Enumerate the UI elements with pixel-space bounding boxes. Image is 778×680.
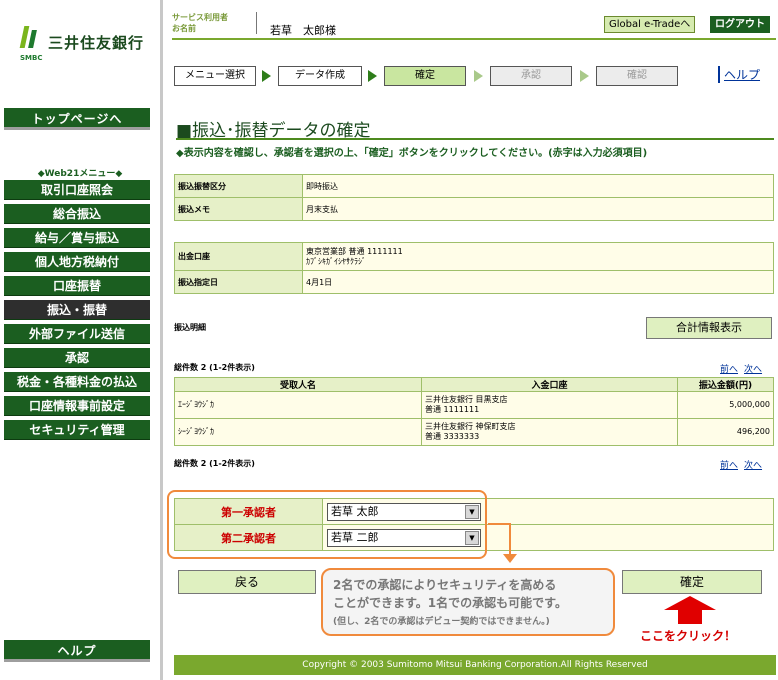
- title-underline: [176, 138, 774, 140]
- sidebar-divider: [160, 0, 163, 680]
- menu-item-local-tax[interactable]: 個人地方税納付: [4, 252, 150, 272]
- transfer-amount: 496,200: [677, 418, 774, 446]
- prev-link[interactable]: 前へ: [720, 365, 738, 375]
- recipient-account: 三井住友銀行 目黒支店 普通 1111111: [421, 391, 678, 419]
- header-separator: [256, 12, 257, 34]
- global-etrade-button[interactable]: Global e-Tradeへ: [604, 16, 696, 33]
- menu-caption: ◆Web21メニュー◆: [37, 169, 123, 179]
- user-label-line1: サービス利用者: [172, 13, 228, 22]
- menu-item-salary-transfer[interactable]: 給与／賞与振込: [4, 228, 150, 248]
- menu-item-general-transfer[interactable]: 総合振込: [4, 204, 150, 224]
- prev-link[interactable]: 前へ: [720, 461, 738, 471]
- callout-line2: ことができます。1名での承認も可能です。: [333, 596, 567, 610]
- red-up-arrow-icon: [664, 596, 716, 624]
- callout-arrow-icon: [503, 554, 517, 563]
- step-arrow-icon: [580, 70, 589, 82]
- details-label: 振込明細: [174, 323, 206, 332]
- user-name: 若草 太郎様: [270, 24, 336, 37]
- menu-item-tax-payment[interactable]: 税金・各種料金の払込: [4, 372, 150, 392]
- col-account: 入金口座: [421, 377, 678, 392]
- step-arrow-icon: [474, 70, 483, 82]
- user-label: サービス利用者 お名前: [172, 12, 228, 34]
- table-row: ｼｰｼﾞﾖｳｼﾞｶ 三井住友銀行 神保町支店 普通 3333333 496,20…: [174, 418, 774, 446]
- step-check: 確認: [596, 66, 678, 86]
- details-table: 受取人名 入金口座 振込金額(円) ｴｰｼﾞﾖｳｼﾞｶ 三井住友銀行 目黒支店 …: [174, 377, 774, 446]
- pager-bottom: 前へ 次へ: [714, 458, 762, 471]
- confirm-button[interactable]: 確定: [622, 570, 762, 594]
- table-row: 出金口座 東京営業部 普通 1111111 ｶﾌﾞｼｷｶﾞｲｼﾔｻｸﾗｼﾞ: [174, 242, 774, 271]
- step-confirm: 確定: [384, 66, 466, 86]
- instruction-text: ◆表示内容を確認し、承認者を選択の上、「確定」ボタンをクリックしてください。(赤…: [176, 148, 648, 159]
- recipient-name: ｴｰｼﾞﾖｳｼﾞｶ: [174, 391, 422, 419]
- col-amount: 振込金額(円): [677, 377, 774, 392]
- callout-line1: 2名での承認によりセキュリティを高める: [333, 578, 557, 592]
- total-count-bottom: 総件数 2 (1-2件表示): [174, 459, 255, 468]
- table-row: ｴｰｼﾞﾖｳｼﾞｶ 三井住友銀行 目黒支店 普通 1111111 5,000,0…: [174, 391, 774, 419]
- help-link[interactable]: ヘルプ: [718, 66, 760, 83]
- transfer-type-label: 振込振替区分: [174, 174, 303, 198]
- total-count-top: 総件数 2 (1-2件表示): [174, 363, 255, 372]
- withdrawal-account-label: 出金口座: [174, 242, 303, 271]
- menu-item-transfer[interactable]: 振込・振替: [4, 300, 150, 320]
- sum-info-button[interactable]: 合計情報表示: [646, 317, 772, 339]
- next-link[interactable]: 次へ: [744, 365, 762, 375]
- menu-item-account-preset[interactable]: 口座情報事前設定: [4, 396, 150, 416]
- brand-name: 三井住友銀行: [48, 34, 145, 52]
- approval-callout: 2名での承認によりセキュリティを高める ことができます。1名での承認も可能です。…: [321, 568, 615, 636]
- account-info-table: 出金口座 東京営業部 普通 1111111 ｶﾌﾞｼｷｶﾞｲｼﾔｻｸﾗｼﾞ 振込…: [174, 242, 774, 294]
- header: サービス利用者 お名前 若草 太郎様 Global e-Tradeへ ログアウト: [172, 12, 776, 40]
- col-recipient: 受取人名: [174, 377, 422, 392]
- logout-button[interactable]: ログアウト: [710, 16, 770, 33]
- approver-highlight: [167, 490, 487, 559]
- callout-connector: [488, 523, 510, 525]
- callout-connector: [509, 523, 511, 555]
- recipient-account-no: 普通 3333333: [425, 432, 480, 441]
- transfer-amount: 5,000,000: [677, 391, 774, 419]
- smbc-logo[interactable]: 三井住友銀行 SMBC: [19, 24, 150, 64]
- table-row: 振込振替区分 即時振込: [174, 174, 774, 198]
- transfer-date-value: 4月1日: [302, 270, 774, 294]
- transfer-info-table: 振込振替区分 即時振込 振込メモ 月末支払: [174, 174, 774, 221]
- step-approve: 承認: [490, 66, 572, 86]
- menu-item-approval[interactable]: 承認: [4, 348, 150, 368]
- step-arrow-icon: [368, 70, 377, 82]
- smbc-logo-mark: [19, 24, 40, 52]
- side-menu: 取引口座照会 総合振込 給与／賞与振込 個人地方税納付 口座振替 振込・振替 外…: [4, 180, 150, 444]
- table-header-row: 受取人名 入金口座 振込金額(円): [174, 377, 774, 392]
- recipient-name: ｼｰｼﾞﾖｳｼﾞｶ: [174, 418, 422, 446]
- callout-line3: (但し、2名での承認はデビュー契約ではできません。): [333, 617, 550, 627]
- back-button[interactable]: 戻る: [178, 570, 316, 594]
- step-menu-select: メニュー選択: [174, 66, 256, 86]
- step-data-create: データ作成: [278, 66, 362, 86]
- menu-item-account-inquiry[interactable]: 取引口座照会: [4, 180, 150, 200]
- menu-item-security[interactable]: セキュリティ管理: [4, 420, 150, 440]
- withdrawal-account-line2: ｶﾌﾞｼｷｶﾞｲｼﾔｻｸﾗｼﾞ: [306, 256, 366, 266]
- user-label-line2: お名前: [172, 24, 196, 33]
- withdrawal-account-value: 東京営業部 普通 1111111 ｶﾌﾞｼｷｶﾞｲｼﾔｻｸﾗｼﾞ: [302, 242, 774, 271]
- sidebar: 三井住友銀行 SMBC トップページへ ◆Web21メニュー◆ 取引口座照会 総…: [0, 0, 160, 680]
- transfer-memo-value: 月末支払: [302, 197, 774, 221]
- recipient-account-no: 普通 1111111: [425, 405, 480, 414]
- recipient-bank: 三井住友銀行 目黒支店: [425, 395, 508, 404]
- footer-copyright: Copyright © 2003 Sumitomo Mitsui Banking…: [174, 655, 776, 675]
- transfer-memo-label: 振込メモ: [174, 197, 303, 221]
- menu-item-account-debit[interactable]: 口座振替: [4, 276, 150, 296]
- help-button[interactable]: ヘルプ: [4, 640, 150, 662]
- step-arrow-icon: [262, 70, 271, 82]
- transfer-type-value: 即時振込: [302, 174, 774, 198]
- top-page-button[interactable]: トップページへ: [4, 108, 150, 130]
- transfer-date-label: 振込指定日: [174, 270, 303, 294]
- recipient-bank: 三井住友銀行 神保町支店: [425, 422, 516, 431]
- recipient-account: 三井住友銀行 神保町支店 普通 3333333: [421, 418, 678, 446]
- click-here-label: ここをクリック！: [640, 629, 737, 643]
- table-row: 振込指定日 4月1日: [174, 270, 774, 294]
- withdrawal-account-line1: 東京営業部 普通 1111111: [306, 246, 403, 256]
- brand-sub: SMBC: [20, 54, 43, 62]
- menu-item-external-file[interactable]: 外部ファイル送信: [4, 324, 150, 344]
- next-link[interactable]: 次へ: [744, 461, 762, 471]
- table-row: 振込メモ 月末支払: [174, 197, 774, 221]
- pager-top: 前へ 次へ: [714, 362, 762, 375]
